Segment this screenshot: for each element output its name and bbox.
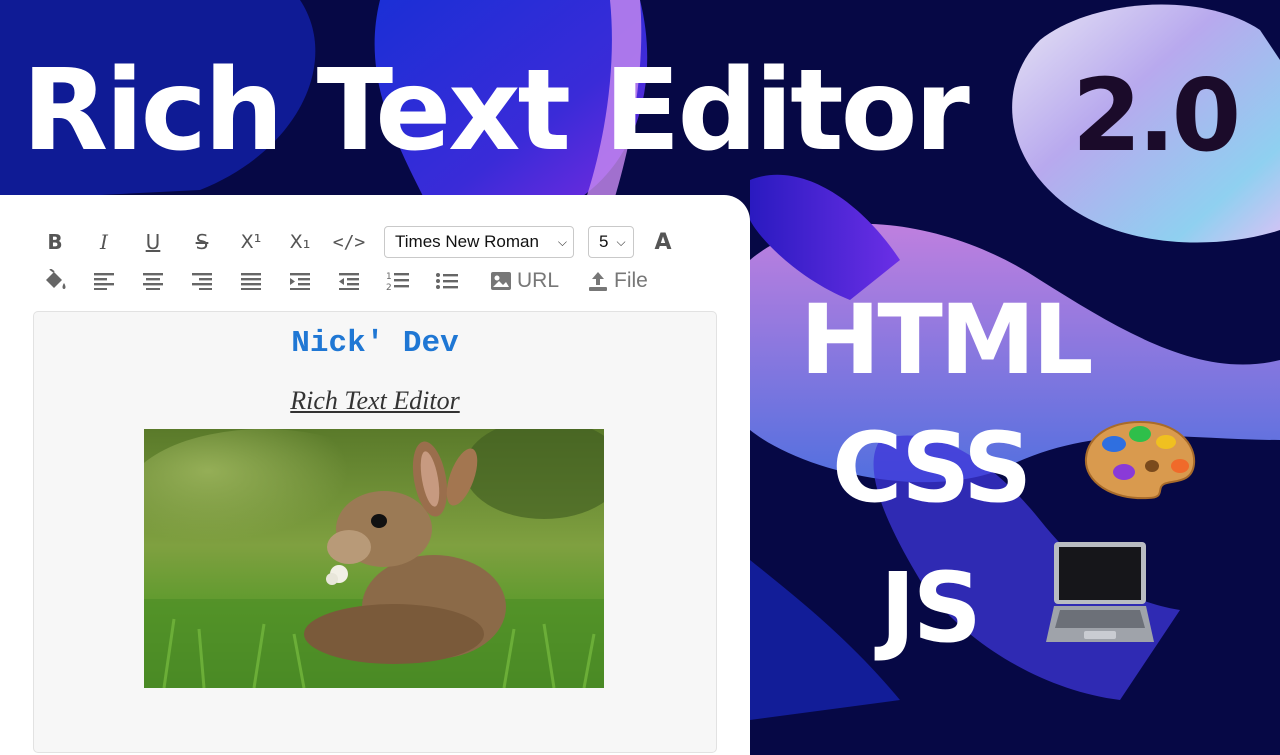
page-title: Rich Text Editor: [22, 46, 970, 176]
font-color-button[interactable]: A: [648, 227, 678, 257]
italic-icon: I: [100, 230, 108, 254]
code-icon: </>: [332, 231, 366, 253]
align-left-button[interactable]: [89, 266, 119, 296]
align-right-button[interactable]: [187, 266, 217, 296]
font-size-value: 5: [599, 232, 609, 251]
align-justify-button[interactable]: [236, 266, 266, 296]
ordered-list-button[interactable]: 12: [383, 266, 413, 296]
toolbar-row-layout: 12 URL File: [40, 266, 676, 296]
code-button[interactable]: </>: [332, 227, 366, 257]
underline-icon: U: [145, 230, 161, 254]
chevron-down-icon: ⌵: [616, 234, 626, 249]
image-icon: [491, 272, 511, 290]
subscript-icon: X₁: [289, 231, 311, 253]
superscript-icon: X¹: [240, 231, 262, 253]
rabbit-photo: [144, 429, 604, 688]
underline-button[interactable]: U: [138, 227, 168, 257]
content-subheading: Rich Text Editor: [290, 386, 460, 415]
image-url-label: URL: [517, 269, 560, 292]
insert-image-url-button[interactable]: URL: [490, 269, 559, 293]
version-label: 2.0: [1072, 57, 1241, 174]
svg-text:1: 1: [386, 272, 392, 282]
indent-icon: [290, 273, 310, 290]
bold-button[interactable]: B: [40, 227, 70, 257]
indent-button[interactable]: [285, 266, 315, 296]
tech-html-label: HTML: [800, 284, 1094, 396]
upload-file-button[interactable]: File: [587, 269, 648, 293]
fill-color-icon: [46, 269, 66, 289]
outdent-button[interactable]: [334, 266, 364, 296]
font-size-select[interactable]: 5 ⌵: [588, 226, 634, 258]
align-justify-icon: [241, 273, 261, 290]
font-color-icon: A: [654, 229, 672, 255]
align-right-icon: [192, 273, 212, 290]
laptop-icon: [1046, 542, 1154, 642]
unordered-list-button[interactable]: [432, 266, 462, 296]
artist-palette-icon: [1084, 420, 1196, 500]
chevron-down-icon: ⌵: [557, 234, 567, 249]
strikethrough-button[interactable]: S: [187, 227, 217, 257]
svg-text:2: 2: [386, 283, 392, 292]
toolbar-row-formatting: B I U S X¹ X₁ </> Times New Roman ⌵ 5 ⌵ …: [40, 226, 697, 258]
font-family-value: Times New Roman: [395, 232, 539, 251]
align-center-button[interactable]: [138, 266, 168, 296]
subscript-button[interactable]: X₁: [285, 227, 315, 257]
align-left-icon: [94, 273, 114, 290]
content-heading: Nick' Dev: [291, 326, 459, 361]
tech-js-label: JS: [880, 552, 982, 664]
tech-css-label: CSS: [832, 412, 1032, 524]
fill-color-button[interactable]: [40, 266, 70, 296]
strikethrough-icon: S: [195, 230, 209, 254]
italic-button[interactable]: I: [89, 227, 119, 257]
file-label: File: [614, 269, 648, 292]
font-family-select[interactable]: Times New Roman ⌵: [384, 226, 574, 258]
ordered-list-icon: 12: [386, 272, 409, 292]
bold-icon: B: [47, 230, 63, 254]
align-center-icon: [143, 273, 163, 290]
outdent-icon: [339, 273, 359, 290]
superscript-button[interactable]: X¹: [236, 227, 266, 257]
unordered-list-icon: [436, 273, 458, 289]
upload-icon: [589, 272, 608, 291]
